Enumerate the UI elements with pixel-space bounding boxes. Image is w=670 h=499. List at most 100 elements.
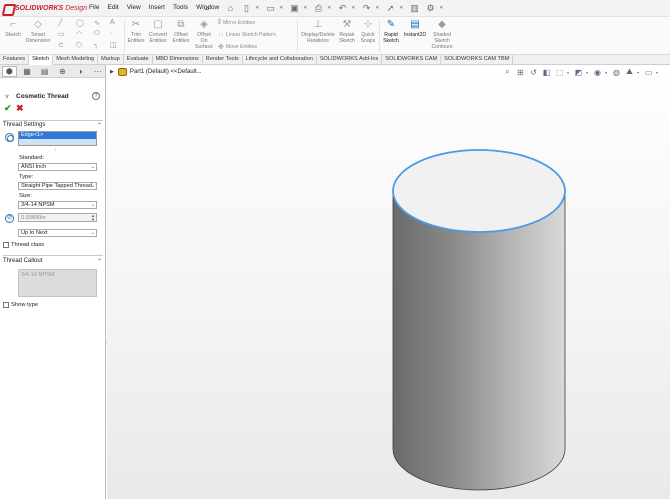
menu-file[interactable]: File [85,4,103,11]
more-icon[interactable]: ⋯ [90,66,105,77]
shaded-contours-button[interactable]: ◆ Shaded Sketch Contours [429,18,455,50]
checkbox-box[interactable] [3,242,9,248]
new-document-icon[interactable]: ▯ [240,2,253,14]
graphics-area[interactable]: ▶ Part1 (Default) <<Default... ⌕ ⊞ ↺ ◧ ⬚… [107,65,670,499]
repair-label-2: Sketch [339,38,355,44]
thread-settings-header[interactable]: Thread Settings ⌃ [3,122,103,131]
tab-evaluate[interactable]: Evaluate [124,55,153,65]
print-icon[interactable]: ⎙ [312,2,325,14]
redo-icon[interactable]: ↷ [360,2,373,14]
ok-checkmark-icon[interactable]: ✔ [4,103,12,114]
trim-icon: ✂ [131,18,141,30]
pin-menu-icon[interactable]: ⊿ [204,4,210,12]
tab-addins[interactable]: SOLIDWORKS Add-Ins [317,55,383,65]
configuration-manager-icon[interactable]: ▤ [37,66,52,77]
resize-grip-icon[interactable]: ⁝ [55,147,57,153]
save-icon[interactable]: ▣ [288,2,301,14]
menu-edit[interactable]: Edit [103,4,122,11]
offset-on-surface-button[interactable]: ◈ Offset On Surface [193,18,215,50]
menu-view[interactable]: View [123,4,145,11]
chevron-down-icon[interactable]: ▾ [400,2,405,14]
fillet-icon[interactable]: ╮ [94,41,98,49]
open-folder-icon[interactable]: ▭ [264,2,277,14]
dimxpert-icon[interactable]: ⊕ [55,66,70,77]
spinner-arrows-icon[interactable]: ▲ ▼ [91,214,95,222]
repair-icon: ⚒ [342,18,352,30]
chevron-up-icon[interactable]: ⌃ [97,258,102,265]
chevron-down-icon[interactable]: ▾ [256,2,261,14]
thread-callout-header[interactable]: Thread Callout ⌃ [3,258,103,267]
type-select[interactable]: Straight Pipe Tapped Thread ⌄ [18,182,97,190]
offset-entities-button[interactable]: ⧉ Offset Entities [170,18,192,44]
display-manager-icon[interactable]: ◑ [73,66,88,77]
display-relations-button[interactable]: ⊥ Display/Delete Relations [300,18,336,44]
cylinder-body[interactable] [392,190,566,491]
move-entities-button[interactable]: ✥ Move Entities [218,43,257,51]
edge-selection-list[interactable]: Edge<1> [18,131,97,146]
feature-manager-icon[interactable]: ⬢ [2,65,17,77]
undo-icon[interactable]: ↶ [336,2,349,14]
cancel-x-icon[interactable]: ✖ [16,103,24,114]
quick-snaps-button[interactable]: ⊹ Quick Snaps [358,18,378,44]
chevron-down-icon[interactable]: ▾ [304,2,309,14]
chevron-down-icon[interactable]: ▾ [352,2,357,14]
standard-select[interactable]: ANSI Inch ⌄ [18,163,97,171]
convert-entities-button[interactable]: ▢ Convert Entities [147,18,169,44]
slot-icon[interactable]: ⊂ [58,41,64,49]
home-icon[interactable]: ⌂ [224,2,237,14]
chevron-down-icon[interactable]: ▾ [376,2,381,14]
repair-sketch-button[interactable]: ⚒ Repair Sketch [337,18,357,44]
edge-item[interactable]: Edge<1> [19,132,96,139]
linear-pattern-button[interactable]: ⁙ Linear Sketch Pattern [218,31,276,39]
spline-icon[interactable]: ∿ [94,19,100,27]
shaded-contours-icon: ◆ [438,18,446,30]
point-icon[interactable]: · [110,30,112,37]
tab-features[interactable]: Features [0,55,30,65]
circle-icon[interactable]: ◯ [76,19,84,27]
menu-insert[interactable]: Insert [145,4,169,11]
help-icon[interactable]: ? [92,92,100,100]
chevron-down-icon[interactable]: ▾ [440,2,445,14]
cylinder-model[interactable] [107,65,670,499]
chevron-down-icon[interactable]: ▾ [280,2,285,14]
show-type-checkbox[interactable]: Show type [3,302,38,308]
mirror-entities-button[interactable]: ⫴ Mirror Entities [218,19,255,27]
tab-markup[interactable]: Markup [98,55,124,65]
cylinder-top-face[interactable] [392,149,566,233]
rapid-sketch-button[interactable]: ✎ Rapid Sketch [381,18,401,44]
plane-icon[interactable]: ◫ [110,41,117,49]
size-select[interactable]: 3/4-14 NPSM ⌄ [18,201,97,209]
polygon-icon[interactable]: ⬡ [76,41,82,49]
select-icon[interactable]: ➚ [384,2,397,14]
ellipse-icon[interactable]: ⬭ [94,30,100,38]
trim-entities-button[interactable]: ✂ Trim Entities [126,18,146,44]
chevron-down-icon[interactable]: ▾ [328,2,333,14]
text-icon[interactable]: A [110,19,115,26]
thread-class-checkbox[interactable]: Thread class [3,242,44,248]
tab-cam-tbm[interactable]: SOLIDWORKS CAM TBM [441,55,514,65]
options-gear-icon[interactable]: ⚙ [424,2,437,14]
sketch-button[interactable]: ⌐ Sketch [3,18,23,38]
arc-icon[interactable]: ◠ [76,30,82,38]
tab-sketch[interactable]: Sketch [29,55,54,65]
size-label: Size: [19,193,32,199]
tab-mesh-modeling[interactable]: Mesh Modeling [53,55,99,65]
thread-depth-input[interactable]: 0.93890in ▲ ▼ [18,213,97,222]
instant2d-label: Instant2D [403,32,427,38]
rebuild-icon[interactable]: ▥ [408,2,421,14]
move-icon: ✥ [218,44,224,51]
property-manager-title: ♆ Cosmetic Thread [3,92,69,101]
smart-dimension-button[interactable]: ◇ Smart Dimension [24,18,52,44]
tab-mbd-dimensions[interactable]: MBD Dimensions [153,55,203,65]
rectangle-icon[interactable]: ▭ [58,30,65,38]
instant2d-button[interactable]: ▤ Instant2D [402,18,428,38]
chevron-up-icon[interactable]: ⌃ [97,122,102,129]
tab-render-tools[interactable]: Render Tools [203,55,243,65]
line-icon[interactable]: ╱ [58,19,62,27]
tab-cam[interactable]: SOLIDWORKS CAM [382,55,442,65]
menu-tools[interactable]: Tools [169,4,192,11]
end-condition-select[interactable]: Up to Next ⌄ [18,229,97,237]
checkbox-box[interactable] [3,302,9,308]
tab-lifecycle[interactable]: Lifecycle and Collaboration [243,55,317,65]
property-manager-icon[interactable]: ▦ [20,66,35,77]
